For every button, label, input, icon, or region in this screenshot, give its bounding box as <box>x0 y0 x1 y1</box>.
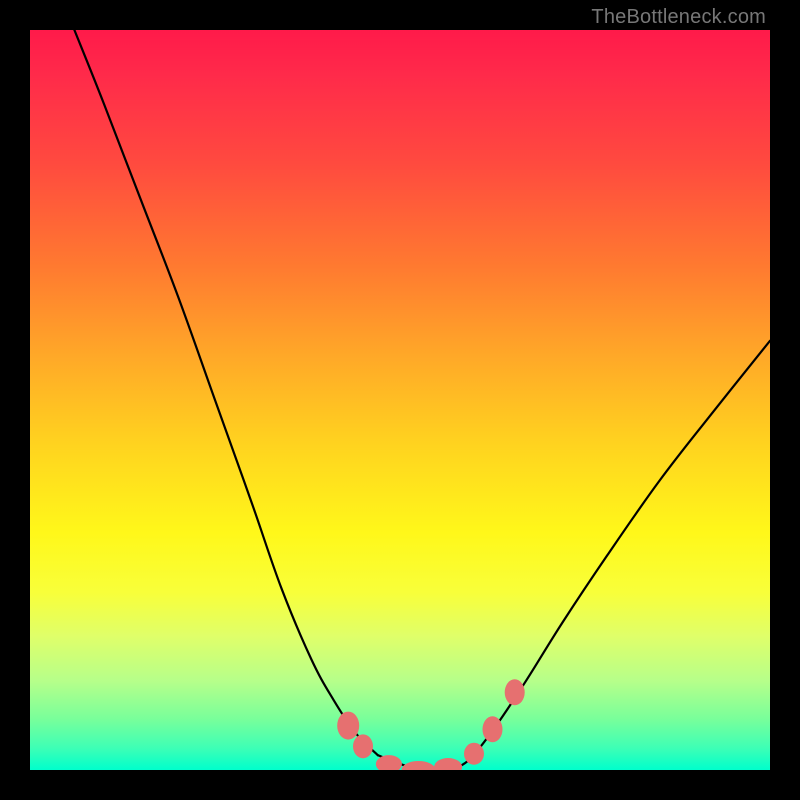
curve-left-curve <box>74 30 377 755</box>
left-marker-1 <box>337 712 359 740</box>
bottom-marker-1 <box>376 755 402 770</box>
right-marker-2 <box>483 716 503 742</box>
right-marker-1 <box>464 743 484 765</box>
marker-group <box>337 679 525 770</box>
curve-bottom-segment <box>378 755 474 770</box>
curve-group <box>74 30 770 770</box>
attribution-text: TheBottleneck.com <box>591 6 766 29</box>
left-marker-2 <box>353 734 373 758</box>
curve-layer <box>30 30 770 770</box>
curve-right-curve <box>474 341 770 755</box>
chart-container: TheBottleneck.com <box>0 0 800 800</box>
bottom-marker-3 <box>434 758 462 770</box>
bottom-marker-2 <box>402 761 436 770</box>
right-marker-3 <box>505 679 525 705</box>
plot-area <box>30 30 770 770</box>
